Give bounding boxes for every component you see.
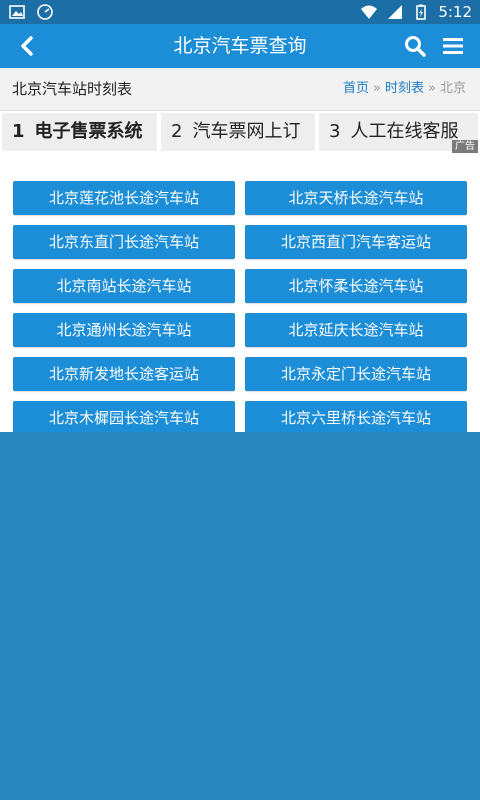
- ad-badge: 广告: [452, 140, 478, 153]
- station-button[interactable]: 北京通州长途汽车站: [13, 313, 235, 347]
- status-right-icons: 5:12: [360, 2, 472, 22]
- ad-link-label: 汽车票网上订: [192, 121, 301, 142]
- ad-link-online-booking[interactable]: 2 汽车票网上订: [161, 113, 315, 151]
- battery-icon: [416, 4, 427, 20]
- ad-link-ticket-system[interactable]: 1 电子售票系统: [2, 113, 157, 151]
- breadcrumb-current: 北京: [439, 81, 466, 96]
- breadcrumb-timetable-link[interactable]: 时刻表: [385, 81, 424, 96]
- status-bar: 5:12: [0, 0, 480, 24]
- station-button[interactable]: 北京莲花池长途汽车站: [13, 181, 235, 215]
- station-button[interactable]: 北京新发地长途客运站: [13, 357, 235, 391]
- ad-link-number: 1: [12, 121, 25, 142]
- station-button[interactable]: 北京南站长途汽车站: [13, 269, 235, 303]
- ad-link-label: 人工在线客服: [350, 121, 459, 142]
- wifi-icon: [361, 5, 378, 19]
- app-bar: 北京汽车票查询: [0, 24, 480, 68]
- station-button[interactable]: 北京西直门汽车客运站: [245, 225, 467, 259]
- station-button[interactable]: 北京怀柔长途汽车站: [245, 269, 467, 303]
- station-button[interactable]: 北京延庆长途汽车站: [245, 313, 467, 347]
- ad-link-number: 3: [329, 121, 341, 142]
- station-button[interactable]: 北京六里桥长途汽车站: [245, 401, 467, 432]
- station-button[interactable]: 北京天桥长途汽车站: [245, 181, 467, 215]
- image-icon: [9, 5, 25, 19]
- status-left-icons: [8, 3, 54, 21]
- station-button[interactable]: 北京木樨园长途汽车站: [13, 401, 235, 432]
- breadcrumb-home-link[interactable]: 首页: [343, 81, 369, 96]
- speedometer-icon: [37, 4, 53, 20]
- signal-icon: [388, 5, 403, 19]
- ad-link-label: 电子售票系统: [34, 121, 143, 142]
- search-icon[interactable]: [404, 35, 426, 57]
- page-title: 北京汽车站时刻表: [12, 80, 133, 98]
- breadcrumb: 首页» 时刻表» 北京: [343, 68, 466, 110]
- station-button[interactable]: 北京东直门长途汽车站: [13, 225, 235, 259]
- ad-link-number: 2: [171, 121, 183, 142]
- overlay-panel[interactable]: [0, 432, 480, 800]
- breadcrumb-separator: »: [373, 81, 381, 96]
- breadcrumb-row: 北京汽车站时刻表 首页» 时刻表» 北京: [0, 68, 480, 111]
- ad-links: 1 电子售票系统 2 汽车票网上订 3 人工在线客服: [0, 111, 480, 153]
- station-grid: 北京莲花池长途汽车站 北京天桥长途汽车站 北京东直门长途汽车站 北京西直门汽车客…: [0, 160, 480, 432]
- status-time: 5:12: [438, 3, 472, 21]
- breadcrumb-separator: »: [428, 81, 436, 96]
- menu-icon[interactable]: [442, 35, 464, 57]
- station-button[interactable]: 北京永定门长途汽车站: [245, 357, 467, 391]
